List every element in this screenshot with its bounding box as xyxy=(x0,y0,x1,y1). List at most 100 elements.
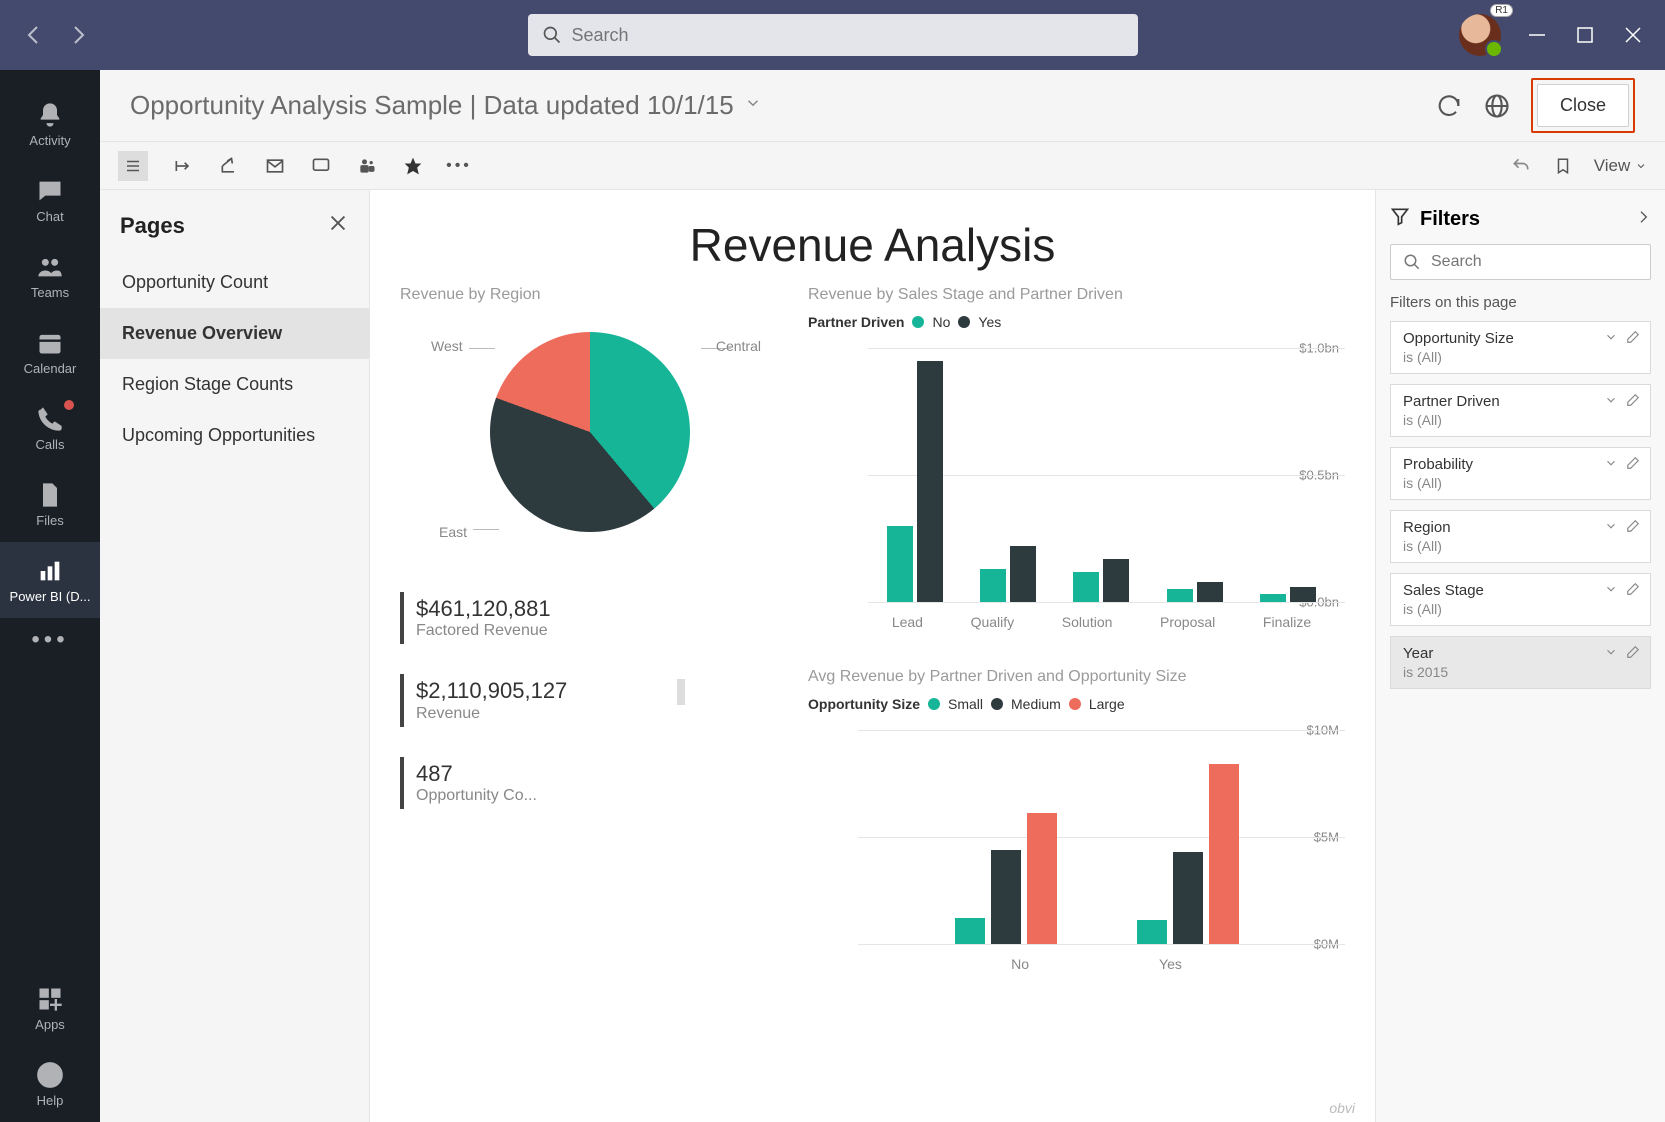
rail-help[interactable]: Help xyxy=(0,1046,100,1122)
search-input[interactable] xyxy=(572,25,1124,46)
expand-icon[interactable] xyxy=(172,155,194,177)
eraser-icon[interactable] xyxy=(1626,393,1640,407)
chart-revenue-by-stage[interactable]: Revenue by Sales Stage and Partner Drive… xyxy=(808,286,1345,980)
chevron-right-icon[interactable] xyxy=(1635,208,1651,231)
bookmark-icon[interactable] xyxy=(1552,155,1574,177)
chart-revenue-by-region[interactable]: Revenue by Region Central East West $461… xyxy=(400,286,780,980)
rail-label: Apps xyxy=(35,1017,65,1032)
kpi-card[interactable]: $461,120,881Factored Revenue xyxy=(400,592,780,644)
page-item[interactable]: Revenue Overview xyxy=(100,308,369,359)
chevron-down-icon[interactable] xyxy=(1604,645,1618,659)
star-icon[interactable] xyxy=(402,155,424,177)
chevron-down-icon[interactable] xyxy=(744,94,762,117)
undo-icon[interactable] xyxy=(1510,155,1532,177)
forward-button[interactable] xyxy=(66,23,90,47)
eraser-icon[interactable] xyxy=(1626,456,1640,470)
page-item[interactable]: Region Stage Counts xyxy=(100,359,369,410)
rail-chat[interactable]: Chat xyxy=(0,162,100,238)
filter-search-input[interactable] xyxy=(1431,253,1638,271)
pages-panel: Pages Opportunity CountRevenue OverviewR… xyxy=(100,190,370,1122)
eraser-icon[interactable] xyxy=(1626,519,1640,533)
chevron-down-icon[interactable] xyxy=(1604,456,1618,470)
filters-heading: Filters xyxy=(1420,208,1480,231)
filter-search[interactable] xyxy=(1390,244,1651,280)
kpi-value: 487 xyxy=(416,761,768,787)
kpi-value: $461,120,881 xyxy=(416,596,768,622)
rail-powerbi[interactable]: Power BI (D... xyxy=(0,542,100,618)
rail-calendar[interactable]: Calendar xyxy=(0,314,100,390)
chevron-down-icon[interactable] xyxy=(1604,330,1618,344)
kpi-card[interactable]: $2,110,905,127Revenue xyxy=(400,674,780,727)
chevron-down-icon[interactable] xyxy=(1604,519,1618,533)
rail-more[interactable]: ••• xyxy=(31,626,68,654)
filter-value: is (All) xyxy=(1403,601,1638,617)
refresh-icon[interactable] xyxy=(1435,92,1463,120)
filter-card[interactable]: Region is (All) xyxy=(1390,510,1651,563)
rail-teams[interactable]: Teams xyxy=(0,238,100,314)
app-rail: Activity Chat Teams Calendar Calls Files… xyxy=(0,70,100,1122)
filter-icon xyxy=(1390,206,1410,232)
share-icon[interactable] xyxy=(218,155,240,177)
notification-dot xyxy=(64,400,74,410)
filter-value: is (All) xyxy=(1403,538,1638,554)
page-item[interactable]: Opportunity Count xyxy=(100,257,369,308)
kpi-label: Opportunity Co... xyxy=(416,787,768,805)
filter-value: is (All) xyxy=(1403,349,1638,365)
rail-files[interactable]: Files xyxy=(0,466,100,542)
filter-value: is 2015 xyxy=(1403,664,1638,680)
pie-label-east: East xyxy=(439,524,467,540)
filter-card[interactable]: Probabilityis (All) xyxy=(1390,447,1651,500)
minimize-button[interactable] xyxy=(1525,23,1549,47)
rail-apps[interactable]: Apps xyxy=(0,970,100,1046)
kpi-label: Factored Revenue xyxy=(416,622,768,640)
rail-calls[interactable]: Calls xyxy=(0,390,100,466)
filter-card[interactable]: Sales Stageis (All) xyxy=(1390,573,1651,626)
close-icon[interactable] xyxy=(327,212,349,239)
report-header: Opportunity Analysis Sample | Data updat… xyxy=(100,70,1665,142)
rail-label: Chat xyxy=(36,209,63,224)
legend: Partner Driven No Yes xyxy=(808,314,1345,330)
close-window-button[interactable] xyxy=(1621,23,1645,47)
chevron-down-icon[interactable] xyxy=(1604,582,1618,596)
maximize-button[interactable] xyxy=(1573,23,1597,47)
chevron-down-icon[interactable] xyxy=(1604,393,1618,407)
rail-activity[interactable]: Activity xyxy=(0,86,100,162)
filter-card[interactable]: Opportunity Sizeis (All) xyxy=(1390,321,1651,374)
global-search[interactable] xyxy=(528,14,1138,56)
close-button[interactable]: Close xyxy=(1537,84,1629,127)
more-icon[interactable]: ••• xyxy=(448,155,470,177)
pie-label-west: West xyxy=(431,338,463,354)
eraser-icon[interactable] xyxy=(1626,330,1640,344)
page-item[interactable]: Upcoming Opportunities xyxy=(100,410,369,461)
mail-icon[interactable] xyxy=(264,155,286,177)
eraser-icon[interactable] xyxy=(1626,645,1640,659)
filter-value: is (All) xyxy=(1403,412,1638,428)
rail-label: Files xyxy=(36,513,63,528)
back-button[interactable] xyxy=(22,23,46,47)
teams-icon[interactable] xyxy=(356,155,378,177)
rail-label: Power BI (D... xyxy=(10,589,91,604)
eraser-icon[interactable] xyxy=(1626,582,1640,596)
filter-name: Year xyxy=(1403,645,1638,662)
report-toolbar: ••• View xyxy=(100,142,1665,190)
watermark: obvi xyxy=(1329,1100,1355,1116)
comment-icon[interactable] xyxy=(310,155,332,177)
titlebar: R1 xyxy=(0,0,1665,70)
globe-icon[interactable] xyxy=(1483,92,1511,120)
report-title: Opportunity Analysis Sample | Data updat… xyxy=(130,90,734,121)
view-dropdown[interactable]: View xyxy=(1594,156,1647,176)
kpi-card[interactable]: 487Opportunity Co... xyxy=(400,757,780,809)
chart-title: Revenue by Region xyxy=(400,286,780,304)
rail-label: Calendar xyxy=(24,361,77,376)
rail-label: Calls xyxy=(36,437,65,452)
avatar[interactable]: R1 xyxy=(1459,14,1501,56)
layout-icon[interactable] xyxy=(118,151,148,181)
page-title: Revenue Analysis xyxy=(400,218,1345,272)
filter-card[interactable]: Partner Driven is (All) xyxy=(1390,384,1651,437)
filter-card[interactable]: Year is 2015 xyxy=(1390,636,1651,689)
pie-chart xyxy=(490,332,690,532)
pie-label-central: Central xyxy=(716,338,761,354)
filter-name: Region xyxy=(1403,519,1638,536)
rail-label: Help xyxy=(37,1093,64,1108)
filter-name: Partner Driven xyxy=(1403,393,1638,410)
